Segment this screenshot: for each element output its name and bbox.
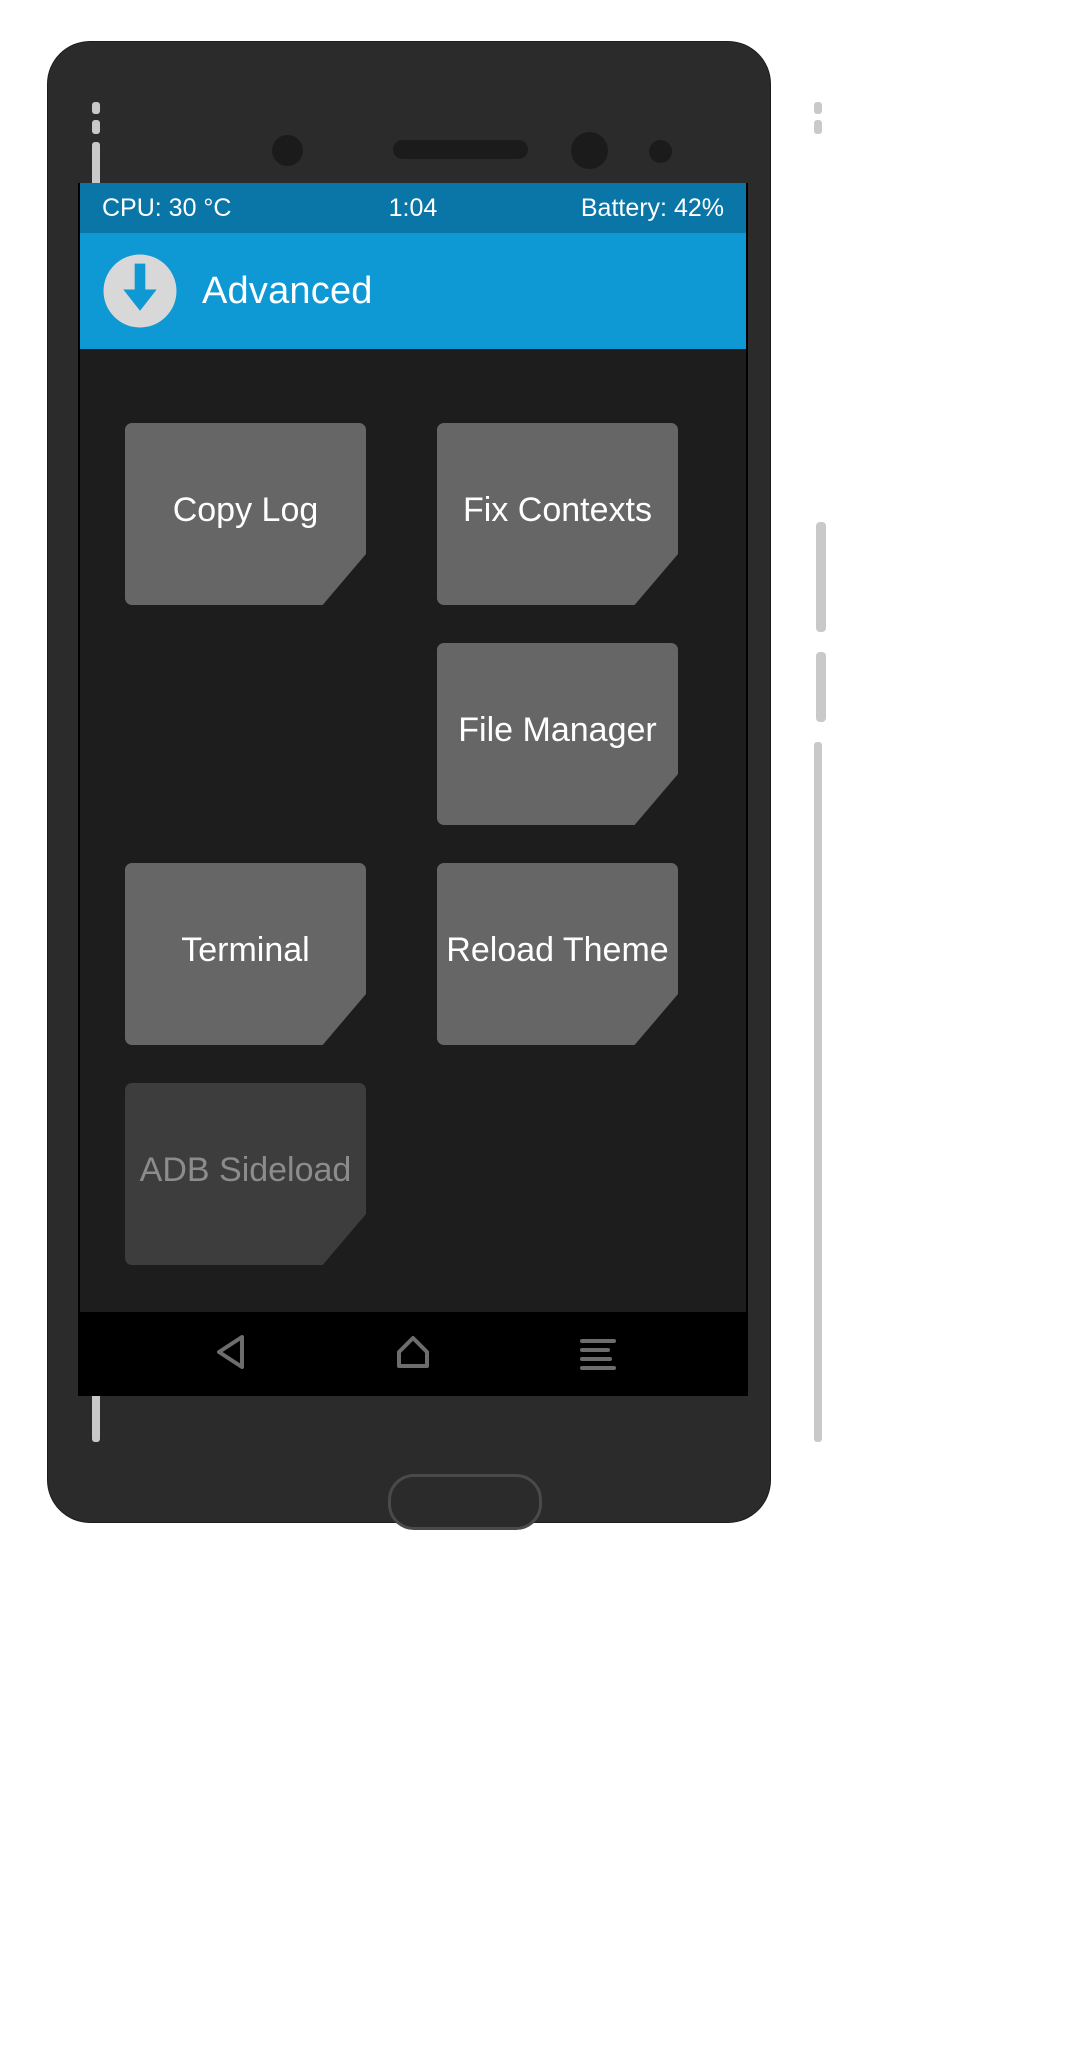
device-side-rail (92, 102, 100, 114)
advanced-button-fix-contexts[interactable]: Fix Contexts (437, 423, 678, 605)
nav-home-button[interactable] (368, 1312, 458, 1396)
android-navigation-bar (80, 1312, 746, 1396)
front-sensor-icon (272, 135, 303, 166)
button-label: Copy Log (172, 490, 319, 529)
back-triangle-icon (213, 1333, 247, 1376)
home-icon (394, 1333, 432, 1376)
front-camera-icon (571, 132, 608, 169)
button-label: Reload Theme (446, 930, 669, 969)
button-label: Fix Contexts (463, 490, 652, 529)
status-bar: CPU: 30 °C 1:04 Battery: 42% (80, 183, 746, 233)
device-side-rail (814, 742, 822, 1442)
button-label: Terminal (181, 930, 310, 969)
device-side-rail (814, 120, 822, 134)
device-volume-button[interactable] (816, 522, 826, 632)
advanced-menu-content: Copy Log Fix Contexts File Manager Terminal… (80, 349, 746, 1312)
button-label: File Manager (458, 710, 657, 749)
advanced-button-copy-log[interactable]: Copy Log (125, 423, 366, 605)
device-screen: CPU: 30 °C 1:04 Battery: 42% Advanced Co… (78, 183, 748, 1396)
advanced-button-adb-sideload: ADB Sideload (125, 1083, 366, 1265)
device-home-button[interactable] (388, 1474, 542, 1530)
device-side-rail (92, 120, 100, 134)
advanced-button-file-manager[interactable]: File Manager (437, 643, 678, 825)
advanced-button-grid: Copy Log Fix Contexts File Manager Terminal… (80, 349, 746, 1312)
page-title: Advanced (202, 269, 373, 312)
nav-back-button[interactable] (185, 1312, 275, 1396)
menu-icon (580, 1338, 616, 1370)
proximity-sensor-icon (649, 140, 672, 163)
device-side-rail (814, 102, 822, 114)
advanced-button-terminal[interactable]: Terminal (125, 863, 366, 1045)
nav-menu-button[interactable] (553, 1312, 643, 1396)
twrp-logo-icon (102, 253, 178, 329)
device-power-button[interactable] (816, 652, 826, 722)
earpiece-speaker (393, 140, 528, 159)
button-label: ADB Sideload (139, 1150, 352, 1189)
action-bar: Advanced (80, 233, 746, 349)
advanced-button-reload-theme[interactable]: Reload Theme (437, 863, 678, 1045)
battery-label: Battery: 42% (580, 193, 724, 222)
